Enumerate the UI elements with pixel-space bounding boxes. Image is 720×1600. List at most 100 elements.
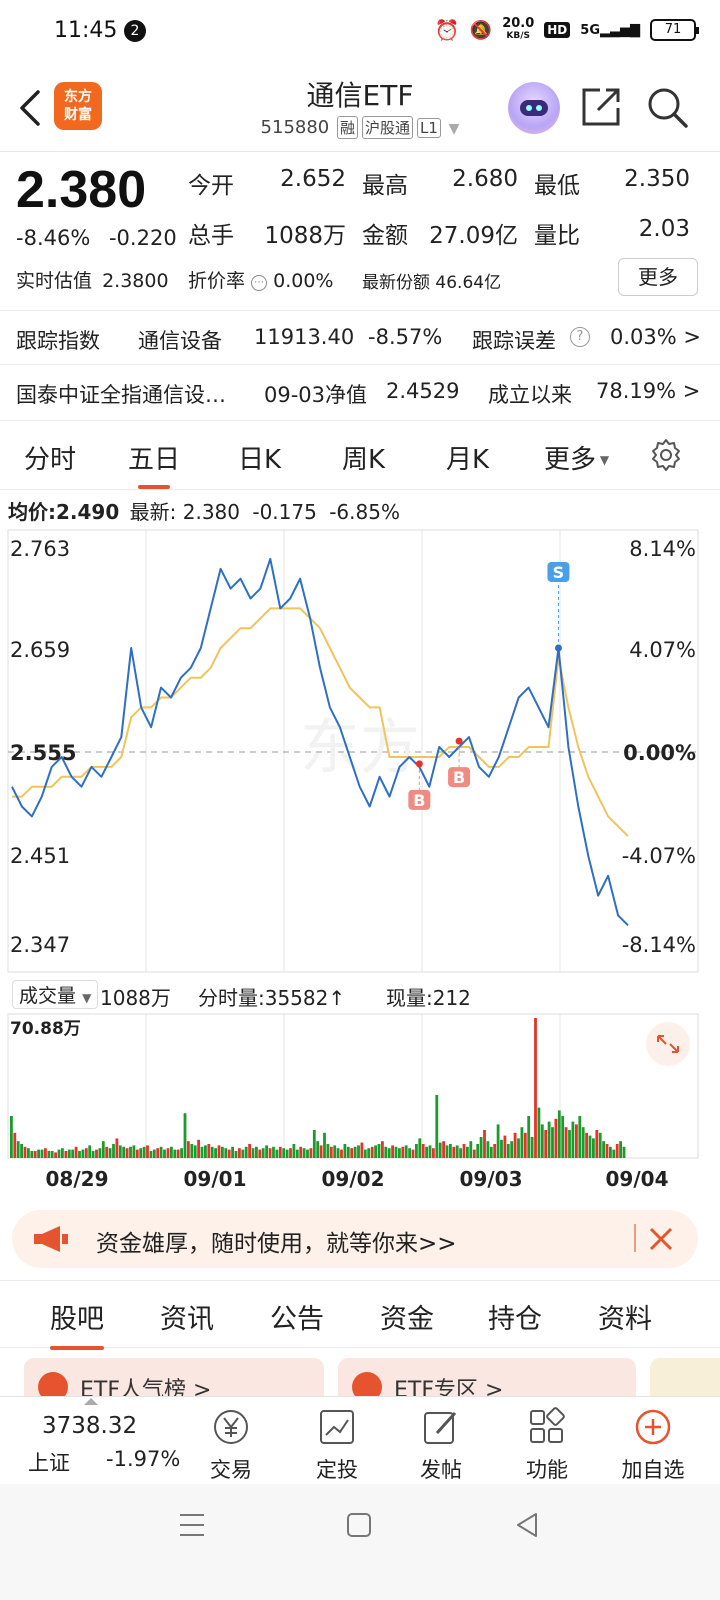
volume-bar [170,1146,173,1158]
tab-weekly-k[interactable]: 周K [342,439,385,476]
volume-bar [190,1144,194,1158]
volume-bar [466,1146,469,1158]
more-button[interactable]: 更多 [618,258,698,296]
tab-forum[interactable]: 股吧 [50,1297,104,1350]
since-value: 78.19% > [596,379,701,403]
nav-value: 2.4529 [386,379,460,403]
tab-daily-k[interactable]: 日K [238,439,281,476]
tracking-error-label: 跟踪误差 [472,329,556,353]
marker-label: B [453,768,465,787]
volume-bar [159,1146,163,1158]
etf-zone-icon [352,1372,382,1396]
back-nav-icon[interactable] [514,1512,540,1538]
tab-news[interactable]: 资讯 [160,1297,214,1336]
volume-bar [238,1148,241,1158]
volume-bar [360,1142,364,1158]
sell-marker[interactable]: S [547,562,570,652]
promo-banner[interactable]: 资金雄厚，随时使用，就等你来>> [12,1210,698,1268]
buy-marker[interactable]: B [448,737,471,788]
date-label: 09/04 [606,1167,669,1191]
volume-bar [557,1110,561,1158]
function-button[interactable]: 功能 [502,1405,592,1484]
signal-label: 5G [580,22,600,38]
tab-more[interactable]: 更多 ▼ [544,439,609,476]
shares-value: 46.64亿 [435,273,502,293]
index-value[interactable]: 3738.32 [42,1413,137,1439]
volume-bar [125,1148,129,1158]
etf-zone-card[interactable]: ETF专区 > [338,1358,636,1396]
volume-selector[interactable]: 成交量 ▼ [12,980,99,1009]
volume-bar [302,1148,306,1158]
chart-tabs: 分时 五日 日K 周K 月K 更多 ▼ [0,420,720,490]
nav-label: 09-03净值 [264,383,368,407]
volume-bar [520,1127,524,1158]
since-label: 成立以来 [488,383,572,407]
expand-icon[interactable] [646,1022,690,1066]
tab-five-day[interactable]: 五日 [128,439,180,489]
post-label: 发帖 [420,1458,462,1482]
volume-bar [122,1146,126,1158]
help-icon[interactable]: ? [570,327,590,347]
volume-bar [513,1132,517,1158]
low-label: 最低 [534,173,580,199]
volume-bar [452,1146,456,1158]
tab-announcements[interactable]: 公告 [270,1297,324,1336]
volume-bar [61,1148,64,1158]
volume-bar [101,1141,105,1158]
home-icon[interactable] [346,1512,372,1538]
volume-value: 1088万 [264,223,346,249]
volume-bar [258,1149,262,1158]
edit-icon [424,1411,457,1444]
info-icon[interactable]: ⋯ [251,275,268,291]
volume-bar [483,1130,486,1158]
volume-bar [173,1149,177,1158]
volume-bar [411,1149,415,1158]
volume-bar [200,1146,204,1158]
tab-holdings[interactable]: 持仓 [488,1297,542,1336]
settings-gear-icon[interactable] [648,437,684,473]
share-icon[interactable] [580,86,622,128]
search-icon[interactable] [646,86,690,130]
volume-bar [421,1144,425,1158]
volume-bar [510,1141,514,1158]
volume-chart[interactable]: 70.88万 08/29 09/01 09/02 09/03 09/04 [0,1012,720,1198]
level-tag: L1 [417,118,441,138]
tracking-row[interactable]: 跟踪指数 通信设备 11913.40 -8.57% 跟踪误差 ? 0.03% > [0,310,720,364]
tab-funds[interactable]: 资金 [380,1297,434,1336]
volume-bar [503,1135,507,1158]
dropdown-icon[interactable]: ▼ [449,121,460,137]
volume-bar [394,1146,398,1158]
volume-bar [251,1148,255,1158]
price-chart[interactable]: 东方 B B S 2.763 8.14% 2.659 4.07% 2.555 0.00% 2.4… [0,528,720,974]
add-watchlist-button[interactable]: 加自选 [608,1405,698,1484]
volume-bar [13,1132,17,1158]
volume-bar [602,1141,605,1158]
banner-text: 资金雄厚，随时使用，就等你来>> [96,1231,457,1257]
header: 东方 财富 通信ETF 515880 融沪股通 L1 ▼ [0,64,720,152]
tab-intraday[interactable]: 分时 [24,439,76,476]
volume-bar [363,1149,367,1158]
tab-profile[interactable]: 资料 [598,1297,652,1336]
volume-bar [540,1124,544,1158]
y-tick-label: 2.555 [10,741,76,765]
volume-bar [234,1151,238,1158]
mute-icon: 🔕 [469,19,493,41]
assistant-avatar-icon[interactable] [508,82,560,134]
post-button[interactable]: 发帖 [396,1405,486,1484]
volume-bar [442,1141,445,1158]
premium-value: 0.00% [273,270,334,292]
caret-up-icon[interactable] [84,1397,98,1405]
volume-bar [547,1121,551,1158]
volume-bar [292,1144,296,1158]
estimate: 实时估值 2.3800 [16,266,169,293]
tab-monthly-k[interactable]: 月K [446,439,489,476]
fund-row[interactable]: 国泰中证全指通信设… 09-03净值 2.4529 成立以来 78.19% > [0,364,720,418]
etf-ranking-card[interactable]: ETF人气榜 > [24,1358,324,1396]
marker-dot [554,644,562,652]
menu-icon[interactable] [178,1512,206,1538]
trade-button[interactable]: 交易 [186,1405,276,1484]
extra-card[interactable] [650,1358,720,1396]
dca-button[interactable]: 定投 [292,1405,382,1484]
close-icon[interactable] [648,1226,674,1252]
net-speed: 20.0 KB/S [502,17,534,42]
